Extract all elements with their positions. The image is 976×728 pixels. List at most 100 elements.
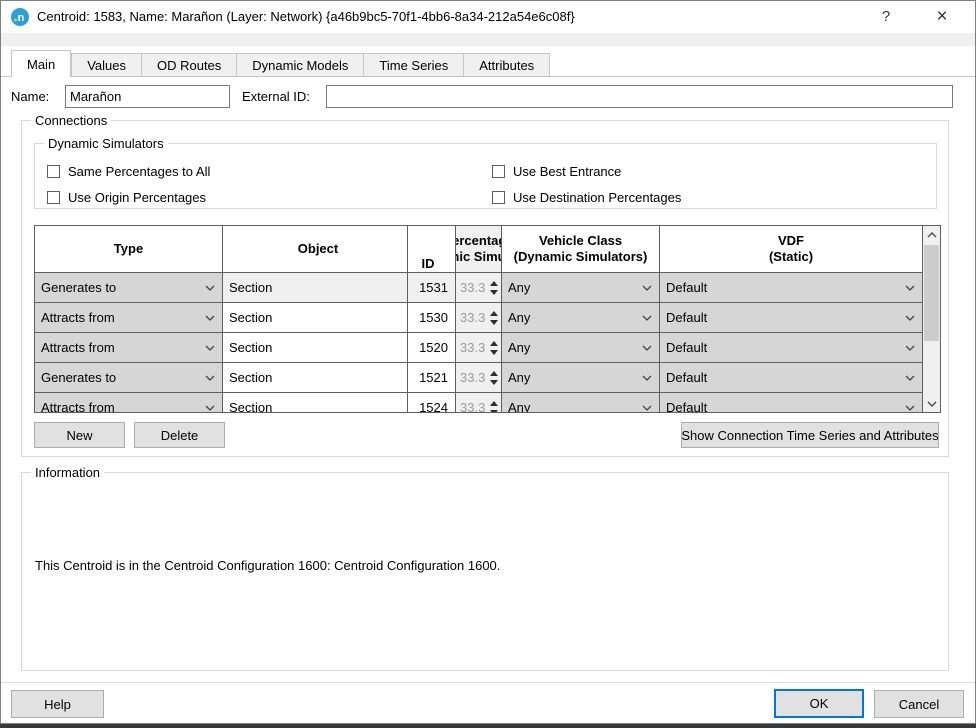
vdf-dropdown[interactable]: Default xyxy=(660,303,922,332)
tab-attributes[interactable]: Attributes xyxy=(464,53,550,77)
checkbox-box-icon[interactable] xyxy=(492,191,505,204)
type-dropdown[interactable]: Attracts from xyxy=(35,393,223,412)
spin-up-icon[interactable] xyxy=(490,371,498,376)
percentage-spinner[interactable]: 33.3 xyxy=(456,303,502,332)
checkbox-box-icon[interactable] xyxy=(47,191,60,204)
show-connection-time-series-button[interactable]: Show Connection Time Series and Attribut… xyxy=(681,422,939,448)
delete-button[interactable]: Delete xyxy=(134,422,225,448)
vdf-dropdown[interactable]: Default xyxy=(660,333,922,362)
aimsun-logo-icon: n xyxy=(11,8,29,26)
spin-up-icon[interactable] xyxy=(490,281,498,286)
table-header-row: Type Object ID Percentage (Dynamic Simul… xyxy=(35,226,922,273)
object-cell[interactable]: Section xyxy=(223,393,408,412)
ok-button[interactable]: OK xyxy=(774,689,864,718)
id-cell[interactable]: 1521 xyxy=(408,363,456,392)
svg-text:n: n xyxy=(18,12,25,24)
column-header-percentage: Percentage (Dynamic Simulators) xyxy=(456,226,502,272)
spinner-buttons[interactable] xyxy=(488,303,501,332)
object-cell[interactable]: Section xyxy=(223,333,408,362)
connections-group-label: Connections xyxy=(31,113,111,128)
tab-main[interactable]: Main xyxy=(11,50,71,77)
help-button[interactable]: Help xyxy=(11,690,104,718)
connections-table: Type Object ID Percentage (Dynamic Simul… xyxy=(34,225,941,413)
type-dropdown[interactable]: Attracts from xyxy=(35,333,223,362)
chevron-down-icon xyxy=(205,315,215,321)
tab-od-routes[interactable]: OD Routes xyxy=(142,53,237,77)
chevron-down-icon xyxy=(205,405,215,411)
vehicle-class-dropdown[interactable]: Any xyxy=(502,393,660,412)
spin-down-icon[interactable] xyxy=(490,410,498,413)
dynamic-simulators-group-label: Dynamic Simulators xyxy=(44,136,168,151)
spin-down-icon[interactable] xyxy=(490,290,498,295)
percentage-spinner[interactable]: 33.3 xyxy=(456,273,502,302)
checkbox-use-origin-percentages[interactable]: Use Origin Percentages xyxy=(47,190,206,205)
vdf-dropdown[interactable]: Default xyxy=(660,273,922,302)
chevron-down-icon xyxy=(905,315,915,321)
column-header-object: Object xyxy=(223,226,408,272)
spin-down-icon[interactable] xyxy=(490,320,498,325)
checkbox-use-destination-percentages[interactable]: Use Destination Percentages xyxy=(492,190,681,205)
close-icon[interactable]: × xyxy=(919,1,965,32)
spin-up-icon[interactable] xyxy=(490,401,498,406)
checkbox-box-icon[interactable] xyxy=(492,165,505,178)
titlebar-help-button[interactable]: ? xyxy=(863,1,909,32)
chevron-down-icon xyxy=(905,345,915,351)
chevron-down-icon xyxy=(642,315,652,321)
spinner-buttons[interactable] xyxy=(488,363,501,392)
type-dropdown[interactable]: Attracts from xyxy=(35,303,223,332)
scroll-down-icon[interactable] xyxy=(923,395,940,412)
spinner-buttons[interactable] xyxy=(488,393,501,412)
name-label: Name: xyxy=(11,89,49,104)
name-input[interactable] xyxy=(65,85,230,108)
chevron-down-icon xyxy=(905,405,915,411)
column-header-id: ID xyxy=(408,226,456,272)
spinner-buttons[interactable] xyxy=(488,333,501,362)
tab-time-series[interactable]: Time Series xyxy=(364,53,464,77)
spin-down-icon[interactable] xyxy=(490,350,498,355)
id-cell[interactable]: 1531 xyxy=(408,273,456,302)
object-cell[interactable]: Section xyxy=(223,303,408,332)
new-button[interactable]: New xyxy=(34,422,125,448)
scroll-up-icon[interactable] xyxy=(923,226,940,243)
vdf-dropdown[interactable]: Default xyxy=(660,393,922,412)
percentage-spinner[interactable]: 33.3 xyxy=(456,393,502,412)
checkbox-same-percentages[interactable]: Same Percentages to All xyxy=(47,164,210,179)
title-bar: n Centroid: 1583, Name: Marañon (Layer: … xyxy=(1,1,975,33)
table-row: Attracts from Section 1520 33.3 Any Defa… xyxy=(35,333,922,363)
window-title: Centroid: 1583, Name: Marañon (Layer: Ne… xyxy=(37,1,575,33)
spin-up-icon[interactable] xyxy=(490,341,498,346)
percentage-spinner[interactable]: 33.3 xyxy=(456,363,502,392)
object-cell[interactable]: Section xyxy=(223,273,408,302)
vehicle-class-dropdown[interactable]: Any xyxy=(502,273,660,302)
information-group-label: Information xyxy=(31,465,104,480)
tab-values[interactable]: Values xyxy=(71,53,142,77)
vehicle-class-dropdown[interactable]: Any xyxy=(502,363,660,392)
spin-down-icon[interactable] xyxy=(490,380,498,385)
id-cell[interactable]: 1524 xyxy=(408,393,456,412)
table-scrollbar[interactable] xyxy=(922,226,940,412)
vehicle-class-dropdown[interactable]: Any xyxy=(502,333,660,362)
checkbox-box-icon[interactable] xyxy=(47,165,60,178)
vehicle-class-dropdown[interactable]: Any xyxy=(502,303,660,332)
object-cell[interactable]: Section xyxy=(223,363,408,392)
vdf-dropdown[interactable]: Default xyxy=(660,363,922,392)
scrollbar-thumb[interactable] xyxy=(924,245,939,341)
footer-divider xyxy=(1,682,975,683)
spin-up-icon[interactable] xyxy=(490,311,498,316)
cancel-button[interactable]: Cancel xyxy=(874,690,964,718)
id-cell[interactable]: 1530 xyxy=(408,303,456,332)
dialog-window: n Centroid: 1583, Name: Marañon (Layer: … xyxy=(0,0,976,724)
percentage-spinner[interactable]: 33.3 xyxy=(456,333,502,362)
tab-dynamic-models[interactable]: Dynamic Models xyxy=(237,53,364,77)
connections-table-grid: Type Object ID Percentage (Dynamic Simul… xyxy=(35,226,922,412)
checkbox-use-best-entrance[interactable]: Use Best Entrance xyxy=(492,164,621,179)
tab-bar: Main Values OD Routes Dynamic Models Tim… xyxy=(11,50,550,77)
spinner-buttons[interactable] xyxy=(488,273,501,302)
type-dropdown[interactable]: Generates to xyxy=(35,363,223,392)
chevron-down-icon xyxy=(905,375,915,381)
type-dropdown[interactable]: Generates to xyxy=(35,273,223,302)
chevron-down-icon xyxy=(642,375,652,381)
id-cell[interactable]: 1520 xyxy=(408,333,456,362)
external-id-input[interactable] xyxy=(326,85,953,108)
table-row: Attracts from Section 1524 33.3 Any Defa… xyxy=(35,393,922,412)
